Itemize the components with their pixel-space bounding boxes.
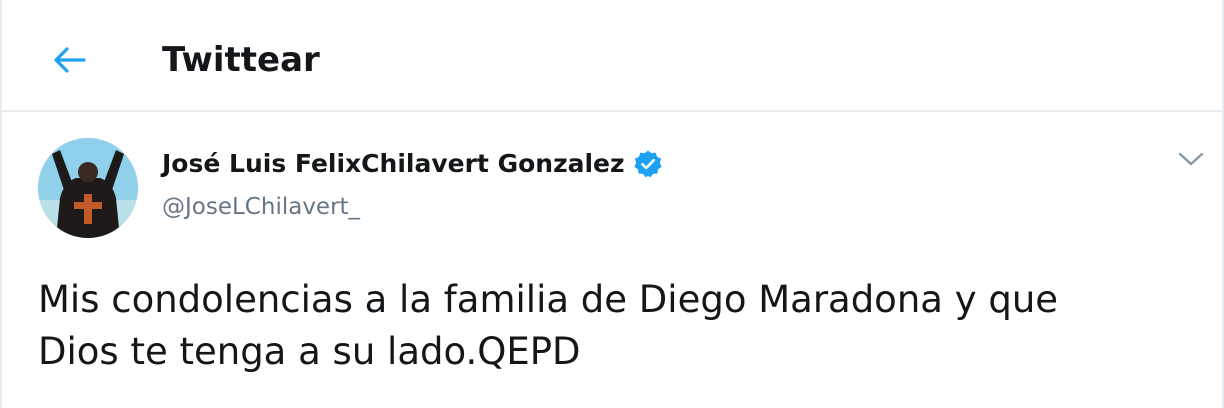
author-row: José Luis FelixChilavert Gonzalez — [162, 148, 663, 180]
user-handle[interactable]: @JoseLChilavert_ — [162, 192, 360, 222]
display-name[interactable]: José Luis FelixChilavert Gonzalez — [162, 148, 625, 180]
tweet-menu-button[interactable] — [1174, 144, 1208, 178]
chevron-down-icon — [1177, 151, 1205, 171]
arrow-left-icon — [53, 47, 87, 73]
tweet-text-line: Mis condolencias a la familia de Diego M… — [38, 278, 1059, 321]
tweet-text: Mis condolencias a la familia de Diego M… — [38, 274, 1214, 378]
back-button[interactable] — [38, 38, 102, 82]
page-title: Twittear — [162, 40, 320, 80]
avatar[interactable] — [38, 138, 138, 238]
tweet-card: José Luis FelixChilavert Gonzalez @JoseL… — [2, 114, 1222, 408]
tweet-text-line: Dios te tenga a su lado.QEPD — [38, 330, 581, 373]
verified-badge-icon — [633, 149, 663, 179]
page-header: Twittear — [2, 0, 1222, 112]
tweet-page: Twittear José Luis FelixChilavert Gonzal… — [0, 0, 1224, 408]
